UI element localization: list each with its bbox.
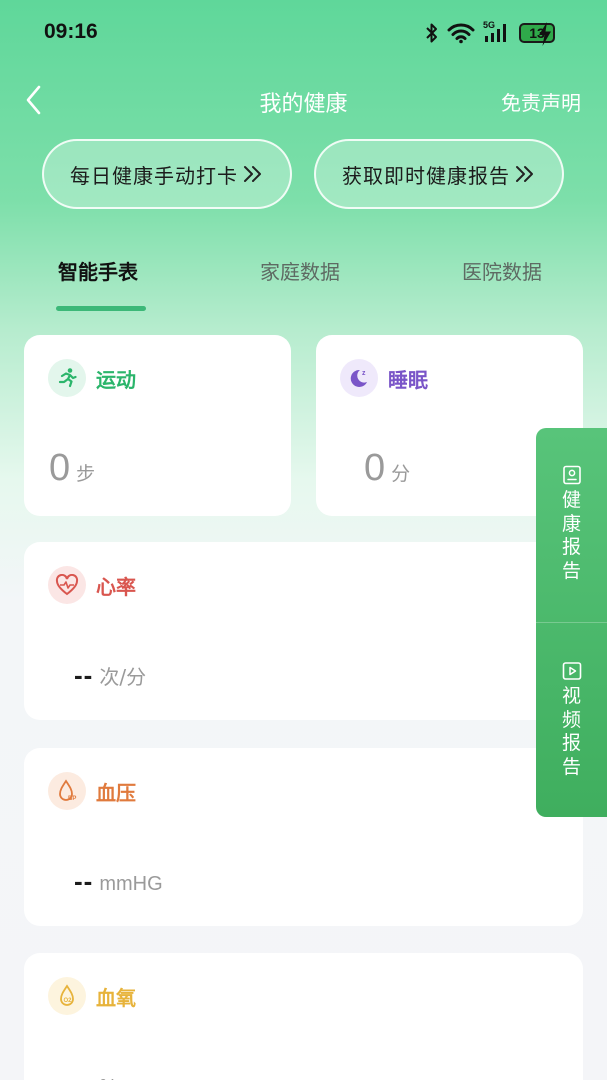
daily-checkin-button[interactable]: 每日健康手动打卡 [42, 139, 292, 209]
health-report-side-label: 健康报告 [561, 489, 581, 582]
disclaimer-link[interactable]: 免责声明 [501, 87, 581, 116]
blood-oxygen-value-row: -- % [74, 1069, 117, 1080]
heart-rate-unit: 次/分 [99, 665, 147, 689]
blood-pressure-label: 血压 [96, 780, 136, 805]
running-icon [48, 359, 86, 397]
instant-report-button[interactable]: 获取即时健康报告 [314, 139, 564, 209]
status-icons: 5G 13 [425, 20, 555, 46]
video-icon [562, 662, 581, 680]
tab-hospital-data[interactable]: 医院数据 [462, 256, 542, 285]
header: 我的健康 免责声明 [0, 72, 607, 128]
blood-pressure-card[interactable]: BP 血压 -- mmHG [24, 748, 583, 926]
status-time: 09:16 [44, 20, 98, 43]
blood-pressure-value: -- [74, 866, 94, 896]
sleep-label: 睡眠 [388, 367, 428, 392]
blood-oxygen-value: -- [74, 1069, 93, 1080]
double-chevron-right-icon [516, 166, 533, 182]
svg-text:BP: BP [68, 796, 76, 802]
cellular-signal-icon: 5G [483, 20, 511, 44]
heart-icon [48, 566, 86, 604]
video-report-side-label: 视频报告 [561, 685, 581, 778]
active-tab-indicator [56, 306, 146, 311]
report-icon [562, 465, 581, 485]
heart-rate-card-header: 心率 [48, 566, 136, 604]
blood-drop-bp-icon: BP [48, 772, 86, 810]
blood-drop-o2-icon: O2 [48, 977, 86, 1015]
blood-pressure-value-row: -- mmHG [74, 866, 163, 897]
sport-card-header: 运动 [48, 359, 136, 397]
heart-rate-label: 心率 [96, 574, 136, 599]
sleep-value: 0 [364, 447, 386, 489]
blood-oxygen-card-header: O2 血氧 [48, 977, 136, 1015]
sleep-value-row: 0 分 [364, 447, 410, 490]
health-report-side-button[interactable]: 健康报告 [536, 428, 607, 622]
sport-card[interactable]: 运动 0 步 [24, 335, 291, 516]
tab-bar: 智能手表 家庭数据 医院数据 [0, 256, 607, 316]
heart-rate-card[interactable]: 心率 -- 次/分 [24, 542, 583, 720]
svg-text:z: z [362, 370, 366, 377]
instant-report-label: 获取即时健康报告 [342, 163, 510, 188]
blood-oxygen-unit: % [99, 1076, 117, 1080]
side-float-panel: 健康报告 视频报告 [536, 428, 607, 817]
sleep-unit: 分 [391, 463, 411, 485]
tab-family-data[interactable]: 家庭数据 [260, 256, 340, 285]
daily-checkin-label: 每日健康手动打卡 [70, 163, 238, 188]
blood-oxygen-card[interactable]: O2 血氧 -- % [24, 953, 583, 1080]
sport-label: 运动 [96, 367, 136, 392]
sport-value-row: 0 步 [49, 447, 95, 490]
charging-bolt-icon [539, 22, 551, 46]
video-report-side-button[interactable]: 视频报告 [536, 623, 607, 817]
bluetooth-icon [426, 23, 437, 43]
heart-rate-value-row: -- 次/分 [74, 660, 146, 691]
sport-unit: 步 [76, 463, 96, 485]
heart-rate-value: -- [74, 660, 94, 690]
svg-text:O2: O2 [64, 998, 73, 1004]
sleep-card-header: z 睡眠 [340, 359, 428, 397]
tab-smartwatch[interactable]: 智能手表 [58, 256, 138, 285]
blood-pressure-unit: mmHG [99, 873, 163, 895]
blood-pressure-card-header: BP 血压 [48, 772, 136, 810]
double-chevron-right-icon [244, 166, 261, 182]
moon-icon: z [340, 359, 378, 397]
wifi-icon [447, 23, 475, 44]
sport-value: 0 [49, 447, 71, 489]
blood-oxygen-label: 血氧 [96, 985, 136, 1010]
status-bar: 09:16 5G 13 [0, 0, 607, 66]
